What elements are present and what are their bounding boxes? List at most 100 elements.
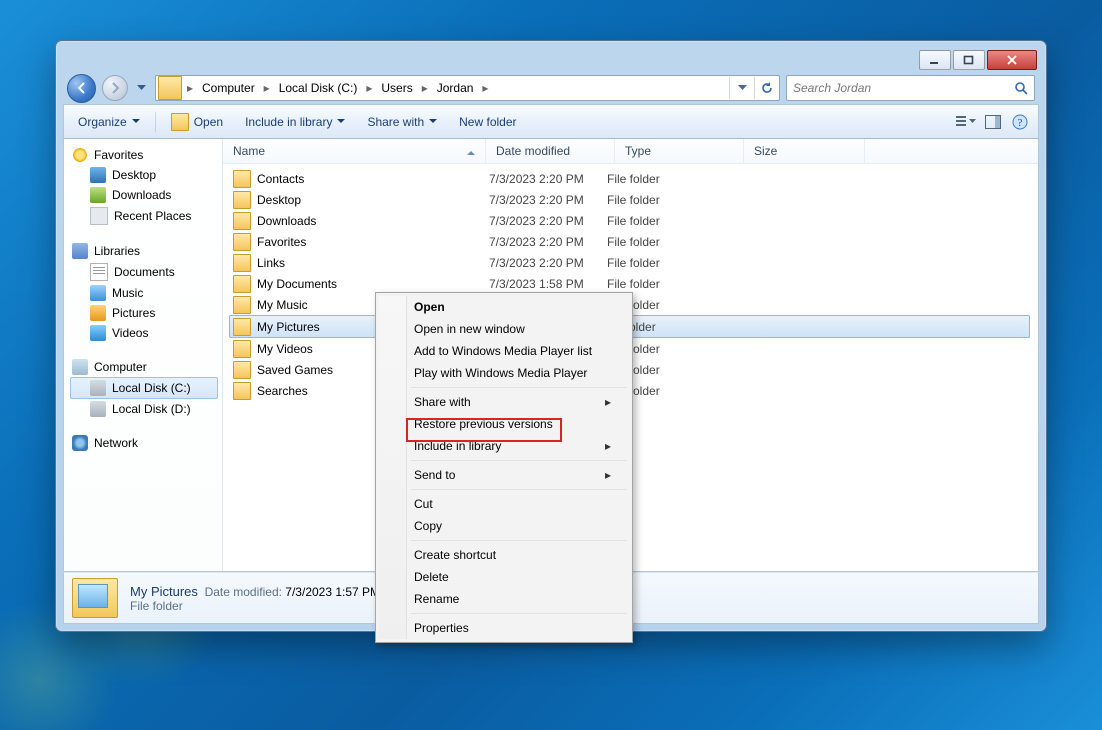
- ctx-open-new-window[interactable]: Open in new window: [379, 318, 629, 340]
- details-type: File folder: [130, 599, 380, 613]
- chevron-right-icon[interactable]: ▸: [419, 76, 431, 100]
- col-name[interactable]: Name: [223, 139, 486, 163]
- col-date[interactable]: Date modified: [486, 139, 615, 163]
- column-headers[interactable]: Name Date modified Type Size: [223, 139, 1038, 164]
- ctx-restore-previous-versions[interactable]: Restore previous versions: [379, 413, 629, 435]
- chevron-right-icon[interactable]: ▸: [261, 76, 273, 100]
- chevron-right-icon[interactable]: ▸: [479, 76, 491, 100]
- minimize-button[interactable]: [919, 50, 951, 70]
- preview-pane-button[interactable]: [981, 111, 1005, 133]
- organize-button[interactable]: Organize: [70, 112, 148, 132]
- history-dropdown[interactable]: [134, 75, 149, 102]
- address-dropdown[interactable]: [729, 77, 754, 99]
- maximize-button[interactable]: [953, 50, 985, 70]
- col-type[interactable]: Type: [615, 139, 744, 163]
- network-icon: [72, 435, 88, 451]
- ctx-properties[interactable]: Properties: [379, 617, 629, 639]
- breadcrumb-users[interactable]: Users: [375, 76, 418, 100]
- file-type: File folder: [607, 277, 725, 291]
- file-date: 7/3/2023 1:58 PM: [489, 277, 607, 291]
- search-input[interactable]: Search Jordan: [786, 75, 1035, 101]
- col-size[interactable]: Size: [744, 139, 865, 163]
- ctx-include-in-library[interactable]: Include in library▸: [379, 435, 629, 457]
- ctx-play-wmp[interactable]: Play with Windows Media Player: [379, 362, 629, 384]
- folder-icon: [233, 275, 251, 293]
- file-date: 7/3/2023 2:20 PM: [489, 193, 607, 207]
- new-folder-button[interactable]: New folder: [451, 112, 524, 132]
- file-type: File folder: [607, 214, 725, 228]
- submenu-arrow-icon: ▸: [605, 468, 611, 482]
- folder-icon: [233, 382, 251, 400]
- nav-videos[interactable]: Videos: [70, 323, 222, 343]
- submenu-arrow-icon: ▸: [605, 439, 611, 453]
- nav-recent-places[interactable]: Recent Places: [70, 205, 222, 227]
- help-button[interactable]: ?: [1008, 111, 1032, 133]
- nav-computer[interactable]: Computer: [70, 357, 222, 377]
- file-type: File folder: [607, 193, 725, 207]
- folder-icon: [233, 233, 251, 251]
- separator: [411, 387, 627, 388]
- back-button[interactable]: [67, 74, 96, 103]
- file-row[interactable]: Contacts7/3/2023 2:20 PMFile folder: [225, 168, 1036, 189]
- folder-icon: [233, 170, 251, 188]
- refresh-button[interactable]: [754, 77, 779, 99]
- navigation-pane[interactable]: Favorites Desktop Downloads Recent Place…: [64, 139, 223, 571]
- nav-favorites[interactable]: Favorites: [70, 145, 222, 165]
- file-row[interactable]: Downloads7/3/2023 2:20 PMFile folder: [225, 210, 1036, 231]
- search-icon[interactable]: [1014, 81, 1028, 95]
- nav-libraries[interactable]: Libraries: [70, 241, 222, 261]
- ctx-add-wmp-list[interactable]: Add to Windows Media Player list: [379, 340, 629, 362]
- ctx-delete[interactable]: Delete: [379, 566, 629, 588]
- nav-desktop[interactable]: Desktop: [70, 165, 222, 185]
- nav-documents[interactable]: Documents: [70, 261, 222, 283]
- file-row[interactable]: Links7/3/2023 2:20 PMFile folder: [225, 252, 1036, 273]
- file-name: Links: [257, 256, 489, 270]
- chevron-right-icon[interactable]: ▸: [363, 76, 375, 100]
- pictures-folder-icon: [72, 578, 118, 618]
- view-options-button[interactable]: [954, 111, 978, 133]
- include-in-library-button[interactable]: Include in library: [237, 112, 353, 132]
- ctx-copy[interactable]: Copy: [379, 515, 629, 537]
- chevron-right-icon[interactable]: ▸: [184, 76, 196, 100]
- breadcrumb-disk[interactable]: Local Disk (C:): [273, 76, 364, 100]
- ctx-create-shortcut[interactable]: Create shortcut: [379, 544, 629, 566]
- nav-downloads[interactable]: Downloads: [70, 185, 222, 205]
- window-titlebar[interactable]: [63, 48, 1039, 72]
- ctx-share-with[interactable]: Share with▸: [379, 391, 629, 413]
- context-menu: Open Open in new window Add to Windows M…: [375, 292, 633, 643]
- pictures-icon: [90, 305, 106, 321]
- disk-icon: [90, 380, 106, 396]
- details-modified-label: Date modified:: [205, 585, 282, 599]
- address-box[interactable]: ▸ Computer ▸ Local Disk (C:) ▸ Users ▸ J…: [155, 75, 780, 101]
- separator: [411, 489, 627, 490]
- ctx-rename[interactable]: Rename: [379, 588, 629, 610]
- separator: [155, 112, 156, 132]
- ctx-send-to[interactable]: Send to▸: [379, 464, 629, 486]
- details-title: My Pictures: [130, 584, 198, 599]
- file-name: Favorites: [257, 235, 489, 249]
- share-with-button[interactable]: Share with: [359, 112, 445, 132]
- file-row[interactable]: Desktop7/3/2023 2:20 PMFile folder: [225, 189, 1036, 210]
- file-row[interactable]: My Documents7/3/2023 1:58 PMFile folder: [225, 273, 1036, 294]
- libraries-icon: [72, 243, 88, 259]
- forward-button[interactable]: [102, 75, 128, 101]
- nav-network[interactable]: Network: [70, 433, 222, 453]
- breadcrumb-jordan[interactable]: Jordan: [431, 76, 480, 100]
- file-row[interactable]: Favorites7/3/2023 2:20 PMFile folder: [225, 231, 1036, 252]
- nav-music[interactable]: Music: [70, 283, 222, 303]
- separator: [411, 613, 627, 614]
- folder-icon: [233, 254, 251, 272]
- breadcrumb-computer[interactable]: Computer: [196, 76, 261, 100]
- folder-icon: [233, 191, 251, 209]
- ctx-cut[interactable]: Cut: [379, 493, 629, 515]
- nav-local-disk-d[interactable]: Local Disk (D:): [70, 399, 222, 419]
- file-type: File folder: [607, 256, 725, 270]
- file-name: My Documents: [257, 277, 489, 291]
- search-placeholder: Search Jordan: [793, 81, 871, 95]
- ctx-open[interactable]: Open: [379, 296, 629, 318]
- nav-pictures[interactable]: Pictures: [70, 303, 222, 323]
- file-name: Contacts: [257, 172, 489, 186]
- close-button[interactable]: [987, 50, 1037, 70]
- nav-local-disk-c[interactable]: Local Disk (C:): [70, 377, 218, 399]
- open-button[interactable]: Open: [163, 110, 231, 134]
